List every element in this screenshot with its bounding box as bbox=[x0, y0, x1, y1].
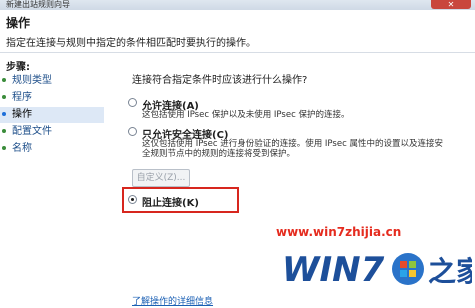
sidebar-item-profile[interactable]: 配置文件 bbox=[0, 124, 104, 140]
sidebar-item-label: 程序 bbox=[12, 92, 32, 103]
sidebar-item-program[interactable]: 程序 bbox=[0, 90, 104, 106]
sidebar-item-action[interactable]: 操作 bbox=[0, 107, 104, 123]
secure-description-line1: 这仅包括使用 IPsec 进行身份验证的连接。使用 IPsec 属性中的设置以及… bbox=[142, 139, 443, 149]
customize-button[interactable]: 自定义(Z)... bbox=[132, 169, 190, 187]
sidebar-item-name[interactable]: 名称 bbox=[0, 141, 104, 157]
title-bar: 新建出站规则向导 ✕ bbox=[0, 0, 475, 10]
block-radio[interactable] bbox=[128, 195, 137, 204]
windows-flag-icon bbox=[392, 253, 424, 285]
logo-text: WIN7 bbox=[282, 250, 385, 290]
win7-logo-icon: WIN7 之家 bbox=[282, 250, 472, 290]
close-button[interactable]: ✕ bbox=[431, 0, 471, 9]
step-bullet-icon bbox=[2, 112, 6, 116]
sidebar-item-label: 名称 bbox=[12, 143, 32, 154]
learn-more-link[interactable]: 了解操作的详细信息 bbox=[132, 294, 213, 307]
block-label: 阻止连接(K) bbox=[142, 198, 199, 209]
sidebar-item-label: 配置文件 bbox=[12, 126, 52, 137]
secure-radio[interactable] bbox=[128, 127, 137, 136]
watermark-url: www.win7zhijia.cn bbox=[276, 225, 402, 239]
window-title: 新建出站规则向导 bbox=[6, 0, 70, 9]
allow-radio[interactable] bbox=[128, 98, 137, 107]
step-bullet-icon bbox=[2, 146, 6, 150]
sidebar-item-rule-type[interactable]: 规则类型 bbox=[0, 73, 104, 89]
page-title: 操作 bbox=[6, 16, 31, 30]
action-question: 连接符合指定条件时应该进行什么操作? bbox=[132, 75, 308, 86]
step-bullet-icon bbox=[2, 78, 6, 82]
allow-description: 这包括使用 IPsec 保护以及未使用 IPsec 保护的连接。 bbox=[142, 110, 350, 120]
sidebar-item-label: 规则类型 bbox=[12, 75, 52, 86]
step-bullet-icon bbox=[2, 95, 6, 99]
steps-sidebar: 步骤: 规则类型 程序 操作 配置文件 名称 bbox=[0, 53, 108, 308]
wizard-header: 操作 指定在连接与规则中指定的条件相匹配时要执行的操作。 bbox=[0, 10, 475, 53]
steps-title: 步骤: bbox=[6, 62, 30, 73]
secure-description-line2: 全规则节点中的规则的连接将受到保护。 bbox=[142, 149, 296, 159]
sidebar-item-label: 操作 bbox=[12, 109, 32, 120]
logo-suffix: 之家 bbox=[428, 255, 472, 288]
step-bullet-icon bbox=[2, 129, 6, 133]
page-description: 指定在连接与规则中指定的条件相匹配时要执行的操作。 bbox=[6, 38, 256, 49]
